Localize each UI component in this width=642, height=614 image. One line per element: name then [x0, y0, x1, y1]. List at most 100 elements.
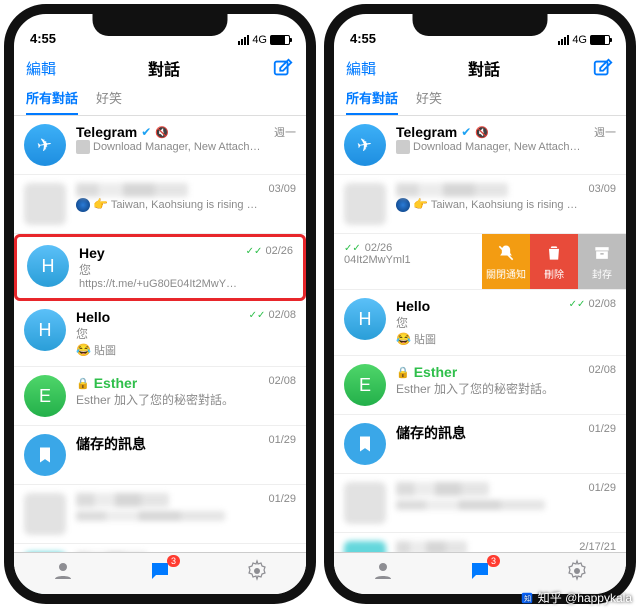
- chat-list: ✈ Telegram✔🔇 Download Manager, New Attac…: [334, 116, 626, 604]
- avatar-hello: H: [24, 309, 66, 351]
- tab-contacts[interactable]: [371, 559, 395, 588]
- avatar-esther: E: [344, 364, 386, 406]
- unread-badge: 3: [167, 555, 180, 567]
- chat-name: Hello: [396, 298, 430, 314]
- signal-icon: [558, 35, 569, 45]
- swipe-archive-button[interactable]: 封存: [578, 234, 626, 289]
- verified-icon: ✔: [461, 125, 471, 139]
- tab-funny[interactable]: 好笑: [96, 88, 122, 113]
- chat-date: 02/08: [268, 309, 296, 321]
- chat-esther[interactable]: E 🔒 Esther Esther 加入了您的秘密對話。 02/08: [14, 367, 306, 426]
- chat-name: Telegram: [76, 124, 137, 140]
- chat-preview: Download Manager, New Attachment Menu, L…: [93, 141, 268, 153]
- chat-name: Hello: [76, 309, 110, 325]
- chat-saved[interactable]: 儲存的訊息 01/29: [334, 415, 626, 474]
- chat-hello[interactable]: H Hello 您 😂 貼圖 ✓✓ 02/08: [14, 301, 306, 367]
- chat-date: 02/08: [268, 375, 296, 387]
- chat-hey-swiped[interactable]: ✓✓ 02/26 04It2MwYml1 關閉通知 刪除 封存: [334, 234, 626, 290]
- network-label: 4G: [572, 34, 587, 46]
- swipe-mute-button[interactable]: 關閉通知: [482, 234, 530, 289]
- tab-funny[interactable]: 好笑: [416, 88, 442, 113]
- swipe-mute-label: 關閉通知: [486, 266, 526, 281]
- avatar-blurred: [344, 183, 386, 225]
- lock-icon: 🔒: [396, 366, 410, 379]
- tab-settings[interactable]: [565, 559, 589, 588]
- chat-date: 02/26: [265, 245, 293, 257]
- nav-bar: 編輯 對話: [334, 48, 626, 88]
- tab-chats[interactable]: 3: [468, 559, 492, 588]
- folder-tabs: 所有對話 好笑: [14, 88, 306, 116]
- avatar-saved: [24, 434, 66, 476]
- swipe-delete-label: 刪除: [544, 266, 564, 281]
- chat-list: ✈ Telegram✔🔇 Download Manager, New Attac…: [14, 116, 306, 603]
- compose-button[interactable]: [272, 57, 294, 79]
- mute-icon: 🔇: [155, 126, 169, 139]
- sticker-label: 貼圖: [414, 334, 436, 346]
- chat-preview: Taiwan, Kaohsiung is rising up!...: [111, 199, 263, 211]
- chat-name: Hey: [79, 245, 105, 261]
- tab-all[interactable]: 所有對話: [26, 88, 78, 115]
- status-time: 4:55: [30, 31, 56, 46]
- tab-all[interactable]: 所有對話: [346, 88, 398, 115]
- chat-esther[interactable]: E 🔒 Esther Esther 加入了您的秘密對話。 02/08: [334, 356, 626, 415]
- avatar-blurred: [344, 600, 386, 604]
- avatar-telegram: ✈: [24, 124, 66, 166]
- chat-saved[interactable]: 儲存的訊息 01/29: [14, 426, 306, 485]
- chat-name: Esther: [414, 364, 458, 380]
- folder-tabs: 所有對話 好笑: [334, 88, 626, 116]
- read-icon: ✓✓: [249, 310, 266, 321]
- chat-preview: Esther 加入了您的秘密對話。: [76, 391, 262, 408]
- thumbnail-icon: [76, 140, 90, 154]
- lock-icon: 🔒: [76, 377, 90, 390]
- swipe-actions: 關閉通知 刪除 封存: [482, 234, 626, 289]
- chat-blurred-1[interactable]: 👉 Taiwan, Kaohsiung is rising up!... 03/…: [334, 175, 626, 234]
- chat-date: 02/08: [588, 364, 616, 376]
- swipe-delete-button[interactable]: 刪除: [530, 234, 578, 289]
- chat-blurred-1[interactable]: 👉 Taiwan, Kaohsiung is rising up!... 03/…: [14, 175, 306, 234]
- compose-button[interactable]: [592, 57, 614, 79]
- tab-contacts[interactable]: [51, 559, 75, 588]
- edit-button[interactable]: 編輯: [346, 58, 376, 79]
- chat-blurred-2[interactable]: 01/29: [14, 485, 306, 544]
- chat-name: 儲存的訊息: [76, 434, 146, 454]
- chat-date: 週一: [274, 124, 296, 140]
- watermark: 知 知乎 @happykala: [520, 589, 632, 606]
- chat-date: 週一: [594, 124, 616, 140]
- chat-hey-selected[interactable]: H Hey 您 https://t.me/+uG80E04It2MwYml1 ✓…: [14, 234, 306, 301]
- swipe-archive-label: 封存: [592, 266, 612, 281]
- chat-hello[interactable]: H Hello 您 😂 貼圖 ✓✓ 02/08: [334, 290, 626, 356]
- chat-name: Esther: [94, 375, 138, 391]
- chat-date: 01/29: [588, 423, 616, 435]
- avatar-hey: H: [27, 245, 69, 287]
- status-right: 4G: [558, 34, 610, 46]
- edit-button[interactable]: 編輯: [26, 58, 56, 79]
- chat-preview: Taiwan, Kaohsiung is rising up!...: [431, 199, 583, 211]
- chat-telegram[interactable]: ✈ Telegram✔🔇 Download Manager, New Attac…: [14, 116, 306, 175]
- chat-link: https://t.me/+uG80E04It2MwYml1: [79, 278, 240, 290]
- tab-chats[interactable]: 3: [148, 559, 172, 588]
- nav-bar: 編輯 對話: [14, 48, 306, 88]
- globe-icon: [76, 198, 90, 212]
- avatar-saved: [344, 423, 386, 465]
- thumbnail-icon: [396, 140, 410, 154]
- tab-bar: 3: [14, 552, 306, 594]
- chat-date: 01/29: [588, 482, 616, 494]
- status-time: 4:55: [350, 31, 376, 46]
- tab-settings[interactable]: [245, 559, 269, 588]
- chat-telegram[interactable]: ✈ Telegram✔🔇 Download Manager, New Attac…: [334, 116, 626, 175]
- avatar-hello: H: [344, 298, 386, 340]
- avatar-esther: E: [24, 375, 66, 417]
- chat-date: 02/08: [588, 298, 616, 310]
- unread-badge: 3: [487, 555, 500, 567]
- battery-icon: [590, 35, 610, 45]
- status-right: 4G: [238, 34, 290, 46]
- chat-preview: Esther 加入了您的秘密對話。: [396, 380, 582, 397]
- chat-sub: 您: [76, 325, 243, 342]
- page-title: 對話: [468, 56, 500, 80]
- pointing-icon: 👉: [93, 197, 108, 211]
- chat-preview: Download Manager, New Attachment Menu, L…: [413, 141, 588, 153]
- avatar-blurred: [24, 493, 66, 535]
- pointing-icon: 👉: [413, 197, 428, 211]
- chat-blurred-2[interactable]: 01/29: [334, 474, 626, 533]
- avatar-blurred: [24, 183, 66, 225]
